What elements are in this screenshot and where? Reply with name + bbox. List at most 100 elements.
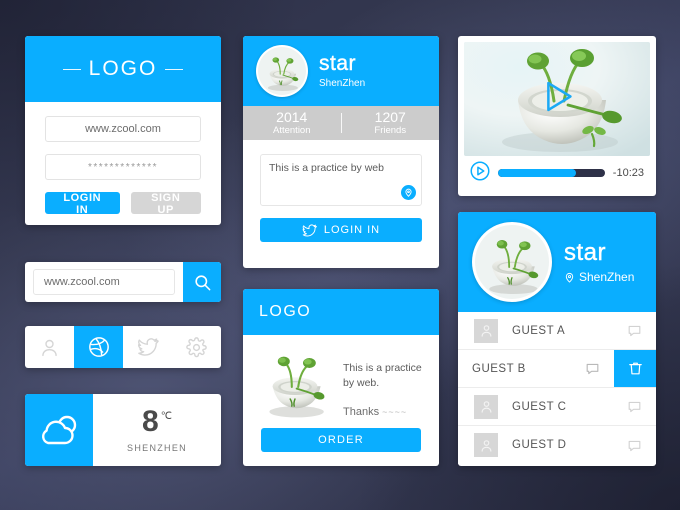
star-profile-header: star ShenZhen <box>243 36 439 106</box>
weather-info: 8 ℃ SHENZHEN <box>93 394 221 466</box>
search-button[interactable] <box>183 262 221 302</box>
video-controls: -10:23 <box>464 156 650 190</box>
stats-divider <box>340 113 342 133</box>
guest-list-card: star ShenZhen GUEST A GUEST B GUEST C GU… <box>458 212 656 466</box>
cloud-sun-icon <box>42 415 77 445</box>
password-field[interactable]: ************* <box>45 154 201 180</box>
gear-icon <box>186 336 207 357</box>
user-icon <box>481 401 491 413</box>
stat-friends: 1207 Friends <box>342 110 440 136</box>
star-name-block: star ShenZhen <box>319 51 366 90</box>
twitter-login-label: LOGIN IN <box>323 224 381 236</box>
guest-avatar <box>474 394 498 419</box>
toolbar-item-dribbble[interactable] <box>74 326 123 368</box>
search-bar-card <box>25 262 221 302</box>
order-logo-text: LOGO <box>259 303 312 320</box>
login-actions: LOGIN IN SIGN UP <box>45 192 201 216</box>
video-thumbnail[interactable] <box>464 42 650 156</box>
guest-chat-button[interactable] <box>627 438 642 453</box>
order-card: LOGO This is a practice by web. Thanks ~… <box>243 289 439 466</box>
signup-button[interactable]: SIGN UP <box>130 192 201 216</box>
note-location-badge[interactable] <box>401 185 416 200</box>
weather-icon-box <box>25 394 93 466</box>
star-location: ShenZhen <box>319 78 366 90</box>
star-profile-card: star ShenZhen 2014 Attention 1207 Friend… <box>243 36 439 268</box>
guest-star-name: star <box>564 238 607 266</box>
order-thanks-line: Thanks ~~~~ <box>343 405 425 421</box>
login-card-header: LOGO <box>25 36 221 102</box>
order-body-line2: by web. <box>343 377 380 390</box>
video-progress-fill <box>498 169 576 177</box>
login-card-body: www.zcool.com ************* LOGIN IN SIG… <box>25 102 221 216</box>
video-play-overlay[interactable] <box>534 74 580 125</box>
video-play-button[interactable] <box>470 161 490 186</box>
plant-bowl-illustration-icon <box>268 355 327 419</box>
chat-bubble-icon <box>628 440 641 451</box>
chat-bubble-icon <box>628 325 641 337</box>
note-text: This is a practice by web <box>269 162 384 174</box>
dribbble-icon <box>88 337 109 357</box>
guest-row[interactable]: GUEST C <box>458 388 656 426</box>
location-pin-icon <box>405 188 412 197</box>
note-textarea[interactable]: This is a practice by web <box>260 154 422 206</box>
temperature-value: 8 <box>142 405 159 438</box>
temperature-unit: ℃ <box>160 411 172 422</box>
twitter-icon <box>302 224 317 236</box>
guest-name: GUEST C <box>512 400 567 413</box>
video-time-remaining: -10:23 <box>612 167 644 179</box>
guest-row[interactable]: GUEST A <box>458 312 656 350</box>
chat-bubble-icon <box>586 363 599 375</box>
icon-toolbar-card <box>25 326 221 368</box>
stat-friends-label: Friends <box>374 124 407 136</box>
guest-location-text: ShenZhen <box>579 270 635 285</box>
guest-chat-button[interactable] <box>585 361 600 376</box>
guest-avatar <box>474 433 498 457</box>
login-button[interactable]: LOGIN IN <box>45 192 120 216</box>
toolbar-item-user[interactable] <box>25 326 74 368</box>
trash-icon <box>628 362 642 375</box>
stat-attention: 2014 Attention <box>243 110 341 136</box>
star-name: star <box>319 51 357 75</box>
star-card-body: This is a practice by web LOGIN IN <box>243 140 439 242</box>
order-thanks-tilde: ~~~~ <box>382 407 408 418</box>
twitter-login-button[interactable]: LOGIN IN <box>260 218 422 242</box>
stats-bar: 2014 Attention 1207 Friends <box>243 106 439 140</box>
ui-kit-stage: LOGO www.zcool.com ************* LOGIN I… <box>0 0 680 510</box>
logo-text: LOGO <box>62 57 184 81</box>
order-thanks-text: Thanks <box>343 406 380 419</box>
guest-chat-button[interactable] <box>627 323 642 338</box>
toolbar-item-twitter[interactable] <box>123 326 172 368</box>
order-card-body: This is a practice by web. Thanks ~~~~ <box>243 335 439 428</box>
guest-name-block: star ShenZhen <box>564 238 635 285</box>
video-player-card: -10:23 <box>458 36 656 196</box>
guest-card-header: star ShenZhen <box>458 212 656 312</box>
guest-avatar <box>474 318 498 343</box>
avatar <box>256 45 308 97</box>
toolbar-item-settings[interactable] <box>172 326 221 368</box>
guest-chat-button[interactable] <box>627 399 642 414</box>
order-body-line1: This is a practice <box>343 362 422 374</box>
guest-location-row: ShenZhen <box>564 270 634 284</box>
search-input[interactable] <box>33 269 175 295</box>
video-progress-bar[interactable] <box>498 169 605 177</box>
user-icon <box>42 339 57 356</box>
plant-bowl-avatar-icon <box>475 225 549 299</box>
username-field[interactable]: www.zcool.com <box>45 116 201 142</box>
guest-row[interactable]: GUEST D <box>458 426 656 464</box>
user-icon <box>481 439 491 452</box>
avatar <box>472 222 552 302</box>
temperature-line: 8 ℃ <box>142 407 172 437</box>
order-illustration <box>253 343 337 428</box>
order-button[interactable]: ORDER <box>261 428 421 452</box>
stat-friends-value: 1207 <box>374 109 406 126</box>
chat-bubble-icon <box>628 401 641 413</box>
weather-card: 8 ℃ SHENZHEN <box>25 394 221 466</box>
play-triangle-icon <box>547 81 572 112</box>
play-circle-icon <box>470 161 490 180</box>
plant-bowl-avatar-icon <box>258 47 306 95</box>
search-input-wrap <box>25 262 183 302</box>
guest-row[interactable]: GUEST B <box>458 350 656 388</box>
order-card-header: LOGO <box>243 289 439 335</box>
guest-name: GUEST B <box>472 362 526 375</box>
guest-delete-button[interactable] <box>614 350 656 387</box>
